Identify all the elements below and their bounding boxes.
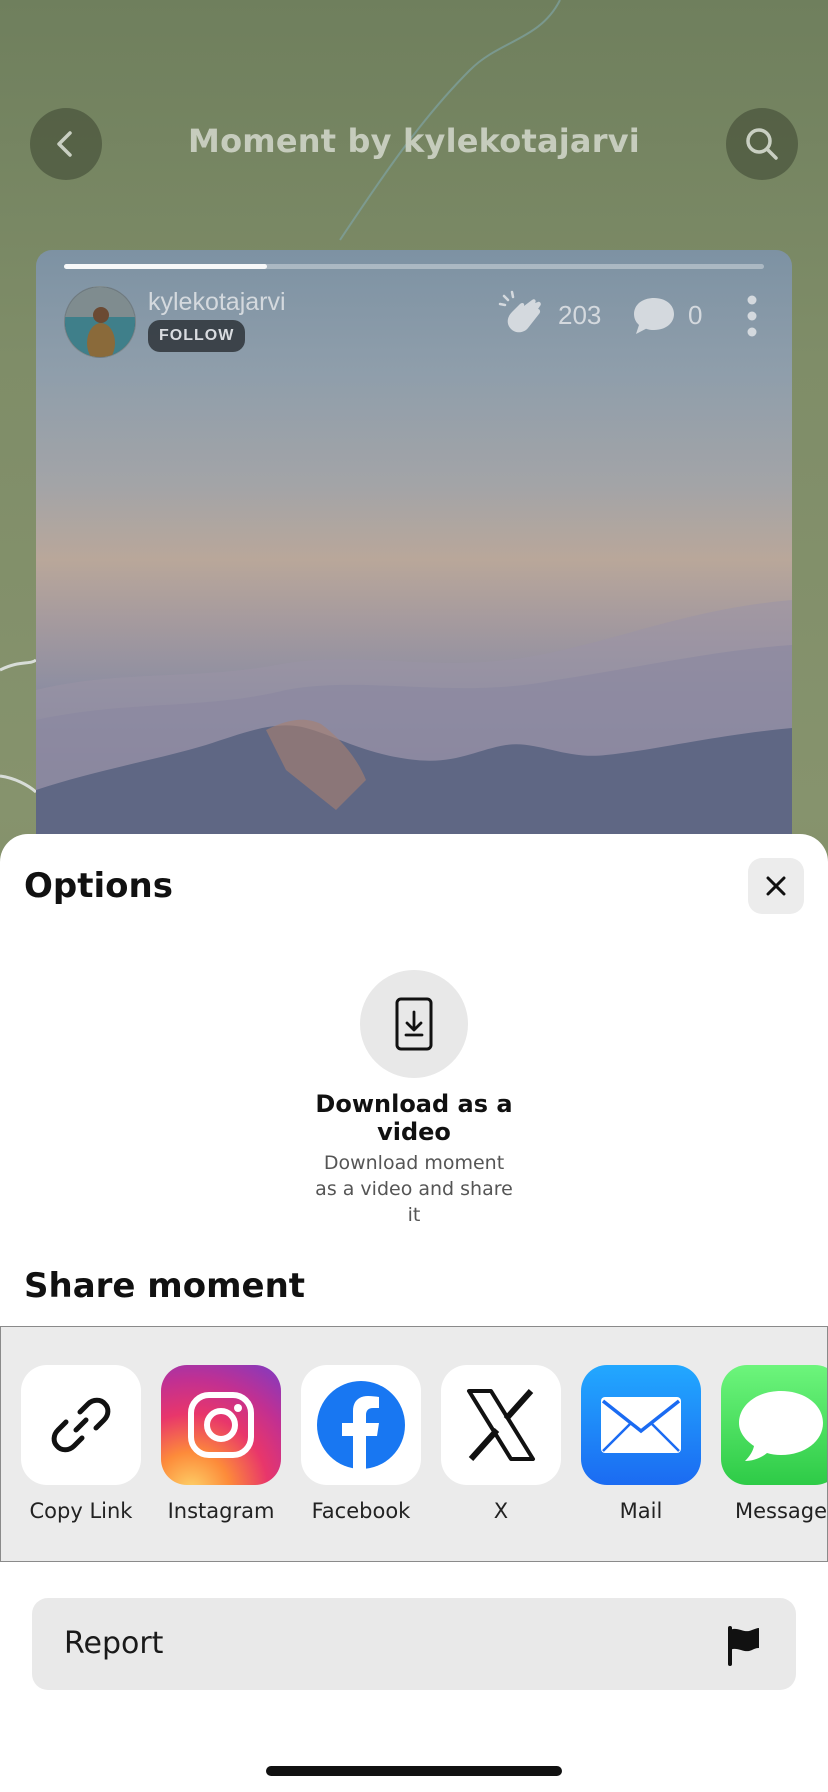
facebook-tile[interactable] xyxy=(301,1365,421,1485)
flag-icon xyxy=(728,1626,759,1666)
copy-link-tile[interactable] xyxy=(21,1365,141,1485)
share-title: Share moment xyxy=(24,1266,306,1306)
sheet-title: Options xyxy=(24,866,173,906)
mail-tile[interactable] xyxy=(581,1365,701,1485)
download-description: Download moment as a video and share it xyxy=(315,1152,513,1226)
share-copy-link[interactable]: Copy Link xyxy=(11,1365,151,1545)
instagram-icon xyxy=(188,1392,254,1458)
share-label: Copy Link xyxy=(29,1499,133,1523)
username[interactable]: kylekotajarvi xyxy=(148,288,286,317)
avatar[interactable] xyxy=(64,286,136,358)
story-progress-fill xyxy=(64,264,267,269)
share-label: Mail xyxy=(619,1499,663,1523)
close-icon xyxy=(766,876,786,896)
share-instagram[interactable]: Instagram xyxy=(151,1365,291,1545)
share-label: Facebook xyxy=(311,1499,411,1523)
instagram-tile[interactable] xyxy=(161,1365,281,1485)
phone-download-icon xyxy=(395,997,433,1051)
page-title: Moment by kylekotajarvi xyxy=(188,122,640,160)
search-icon xyxy=(746,128,778,160)
share-label: X xyxy=(493,1499,509,1523)
comment-count: 0 xyxy=(688,300,703,330)
facebook-icon xyxy=(317,1381,405,1469)
download-video-button[interactable] xyxy=(360,970,468,1078)
story-progress-bar xyxy=(64,264,764,269)
message-icon xyxy=(739,1391,823,1461)
close-button[interactable] xyxy=(748,858,804,914)
share-mail[interactable]: Mail xyxy=(571,1365,711,1545)
options-sheet: Options Download as a video Download mom… xyxy=(0,834,828,1792)
link-icon xyxy=(51,1397,111,1453)
share-message[interactable]: Message xyxy=(711,1365,827,1545)
clap-icon[interactable] xyxy=(498,290,548,340)
follow-button[interactable]: FOLLOW xyxy=(148,320,246,352)
more-options-icon[interactable] xyxy=(742,292,762,340)
x-icon xyxy=(467,1389,535,1462)
search-button[interactable] xyxy=(726,108,798,180)
share-x[interactable]: X xyxy=(431,1365,571,1545)
report-button[interactable]: Report xyxy=(32,1598,796,1690)
share-facebook[interactable]: Facebook xyxy=(291,1365,431,1545)
avatar-photo xyxy=(65,287,135,357)
moment-card[interactable]: kylekotajarvi FOLLOW 203 0 xyxy=(36,250,792,870)
share-label: Instagram xyxy=(167,1499,275,1523)
x-tile[interactable] xyxy=(441,1365,561,1485)
report-label: Report xyxy=(64,1626,164,1661)
download-title[interactable]: Download as a video xyxy=(294,1090,534,1146)
clap-count: 203 xyxy=(558,300,602,330)
message-tile[interactable] xyxy=(721,1365,827,1485)
share-targets-row[interactable]: Copy Link Instagram Facebook X Mail Mess… xyxy=(0,1326,828,1562)
mail-icon xyxy=(601,1397,681,1453)
home-indicator[interactable] xyxy=(266,1766,562,1776)
comment-icon[interactable] xyxy=(630,294,678,338)
share-label: Message xyxy=(734,1499,828,1523)
